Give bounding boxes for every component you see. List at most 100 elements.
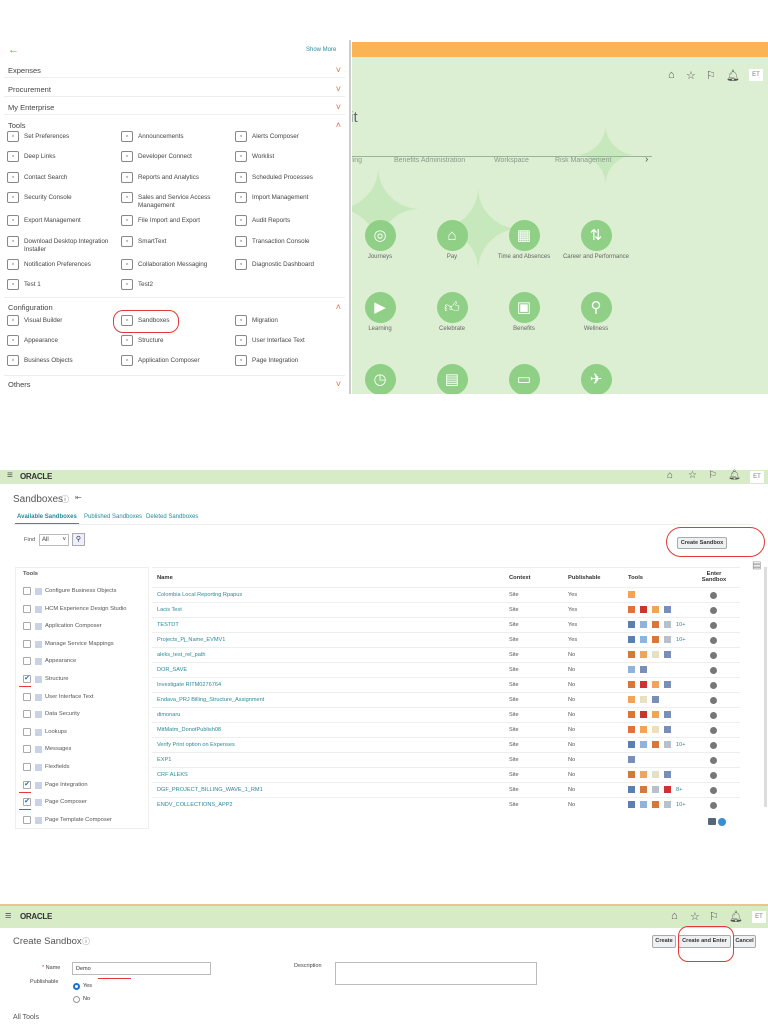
enter-sandbox-icon[interactable] <box>710 637 717 644</box>
column-header-publishable[interactable]: Publishable <box>568 575 601 581</box>
checkbox-messages[interactable] <box>23 745 31 754</box>
menu-item-worklist[interactable]: ▫ Worklist <box>235 151 352 162</box>
menu-item-export-management[interactable]: ▫ Export Management <box>7 215 124 226</box>
menu-item-set-preferences[interactable]: ▫ Set Preferences <box>7 131 124 142</box>
enter-sandbox-icon[interactable] <box>710 742 717 749</box>
sandbox-name-link[interactable]: Verify Print option on Expenses <box>157 742 235 748</box>
checkbox-page-template-composer[interactable] <box>23 815 31 824</box>
tab-risk-management[interactable]: Risk Management <box>555 157 611 164</box>
pin-icon[interactable]: ⇤ <box>75 493 82 502</box>
app-tile-career-and-performance[interactable]: ⇅ Career and Performance <box>561 220 631 260</box>
app-tile-learning[interactable]: ▶ Learning <box>352 292 415 332</box>
menu-item-diagnostic-dashboard[interactable]: ▫ Diagnostic Dashboard <box>235 259 352 270</box>
sandbox-name-link[interactable]: Endava_PRJ Billing_Structure_Assignment <box>157 697 264 703</box>
publishable-no-radio[interactable] <box>73 996 80 1003</box>
others-heading[interactable]: Others <box>8 380 31 389</box>
sandbox-name-link[interactable]: CRF ALEKS <box>157 772 188 778</box>
oracle-logo[interactable]: ORACLE <box>20 472 52 481</box>
menu-item-business-objects[interactable]: ▫ Business Objects <box>7 355 124 366</box>
name-input[interactable]: Demo <box>72 962 211 975</box>
search-button[interactable]: ⚲ <box>72 533 85 546</box>
checkbox-flexfields[interactable] <box>23 763 31 771</box>
enter-sandbox-icon[interactable] <box>710 757 717 764</box>
checkbox-configure-business-objects[interactable] <box>23 587 31 595</box>
enter-sandbox-icon[interactable] <box>710 727 717 734</box>
menu-item-deep-links[interactable]: ▫ Deep Links <box>7 151 124 162</box>
menu-item-security-console[interactable]: ▫ Security Console <box>7 192 124 203</box>
chevron-down-icon[interactable]: ˅ <box>336 102 341 112</box>
enter-sandbox-icon[interactable] <box>710 802 717 809</box>
export-icon[interactable] <box>708 818 716 825</box>
tab-workspace[interactable]: Workspace <box>494 157 529 164</box>
sandbox-name-link[interactable]: aleks_test_rel_path <box>157 652 206 658</box>
bell-icon[interactable]: 🔔︎ <box>728 470 741 481</box>
back-arrow-icon[interactable]: ← <box>8 44 19 56</box>
tools-heading[interactable]: Tools <box>8 121 26 130</box>
home-icon[interactable]: ⌂ <box>671 910 678 922</box>
bell-icon[interactable]: 🔔︎ <box>726 69 740 82</box>
app-tile[interactable]: ◷ <box>352 364 415 394</box>
enter-sandbox-icon[interactable] <box>710 667 717 674</box>
menu-item-file-import-and-export[interactable]: ▫ File Import and Export <box>121 215 238 226</box>
home-icon[interactable]: ⌂ <box>668 69 675 81</box>
sandbox-name-link[interactable]: TESTDT <box>157 622 179 628</box>
app-tile[interactable]: ✈ <box>561 364 631 394</box>
app-tile[interactable]: ▤ <box>417 364 487 394</box>
menu-item-notification-preferences[interactable]: ▫ Notification Preferences <box>7 259 124 270</box>
menu-item-test2[interactable]: ▫ Test2 <box>121 279 238 290</box>
flag-icon[interactable]: ⚐ <box>709 910 719 923</box>
menu-item-transaction-console[interactable]: ▫ Transaction Console <box>235 236 352 247</box>
sandbox-name-link[interactable]: Colombia Local Reporting Rpapus <box>157 592 242 598</box>
menu-item-scheduled-processes[interactable]: ▫ Scheduled Processes <box>235 172 352 183</box>
tab-published-sandboxes[interactable]: Published Sandboxes <box>84 514 142 520</box>
app-tile-celebrate[interactable]: 👍︎ Celebrate <box>417 292 487 332</box>
checkbox-hcm-experience-design-studio[interactable] <box>23 604 31 613</box>
user-avatar[interactable]: ET <box>752 911 766 923</box>
enter-sandbox-icon[interactable] <box>710 682 717 689</box>
sandbox-name-link[interactable]: DOR_SAVE <box>157 667 187 673</box>
menu-item-developer-connect[interactable]: ▫ Developer Connect <box>121 151 238 162</box>
menu-item-structure[interactable]: ▫ Structure <box>121 335 238 346</box>
enter-sandbox-icon[interactable] <box>710 592 717 599</box>
menu-item-application-composer[interactable]: ▫ Application Composer <box>121 355 238 366</box>
tab-benefits-administration[interactable]: Benefits Administration <box>394 157 465 164</box>
tab-deleted-sandboxes[interactable]: Deleted Sandboxes <box>146 514 198 520</box>
app-tile-pay[interactable]: ⌂ Pay <box>417 220 487 260</box>
menu-item-reports-and-analytics[interactable]: ▫ Reports and Analytics <box>121 172 238 183</box>
menu-item-collaboration-messaging[interactable]: ▫ Collaboration Messaging <box>121 259 238 270</box>
chevron-down-icon[interactable]: ˅ <box>336 379 341 389</box>
sandbox-name-link[interactable]: ENDV_COLLECTIONS_APP2 <box>157 802 233 808</box>
app-tile-journeys[interactable]: ◎ Journeys <box>352 220 415 260</box>
checkbox-page-composer[interactable]: ✔ <box>23 798 31 807</box>
sandbox-name-link[interactable]: Investigate RITM0276764 <box>157 682 221 688</box>
enter-sandbox-icon[interactable] <box>710 652 717 659</box>
column-header-context[interactable]: Context <box>509 575 531 581</box>
help-icon[interactable]: ⓘ <box>61 494 69 505</box>
app-tile-wellness[interactable]: ⚲ Wellness <box>561 292 631 332</box>
help-icon[interactable]: ⓘ <box>82 936 90 947</box>
publishable-yes-radio[interactable] <box>73 983 80 990</box>
checkbox-lookups[interactable] <box>23 727 31 736</box>
menu-item-page-integration[interactable]: ▫ Page Integration <box>235 355 352 366</box>
menu-item-appearance[interactable]: ▫ Appearance <box>7 335 124 346</box>
bell-icon[interactable]: 🔔︎ <box>729 910 743 923</box>
side-panel-icon[interactable]: ▤ <box>752 560 761 571</box>
menu-item-smarttext[interactable]: ▫ SmartText <box>121 236 238 247</box>
more-tools-count[interactable]: 10+ <box>676 622 686 628</box>
checkbox-user-interface-text[interactable] <box>23 692 31 701</box>
star-icon[interactable]: ☆ <box>688 470 697 481</box>
more-tools-count[interactable]: 10+ <box>676 802 686 808</box>
chevron-up-icon[interactable]: ˄ <box>336 120 341 130</box>
checkbox-appearance[interactable] <box>23 657 31 666</box>
menu-item-audit-reports[interactable]: ▫ Audit Reports <box>235 215 352 226</box>
home-icon[interactable]: ⌂ <box>667 470 673 481</box>
menu-item-alerts-composer[interactable]: ▫ Alerts Composer <box>235 131 352 142</box>
sandbox-name-link[interactable]: MitMatm_DonotPublish08 <box>157 727 221 733</box>
scrollbar[interactable] <box>764 567 767 807</box>
chevron-down-icon[interactable]: ˅ <box>336 84 341 94</box>
more-tools-count[interactable]: 8+ <box>676 787 682 793</box>
menu-item-migration[interactable]: ▫ Migration <box>235 315 352 326</box>
menu-item-import-management[interactable]: ▫ Import Management <box>235 192 352 203</box>
menu-section-expenses[interactable]: Expenses <box>8 66 41 75</box>
checkbox-page-integration[interactable]: ✔ <box>23 780 31 789</box>
